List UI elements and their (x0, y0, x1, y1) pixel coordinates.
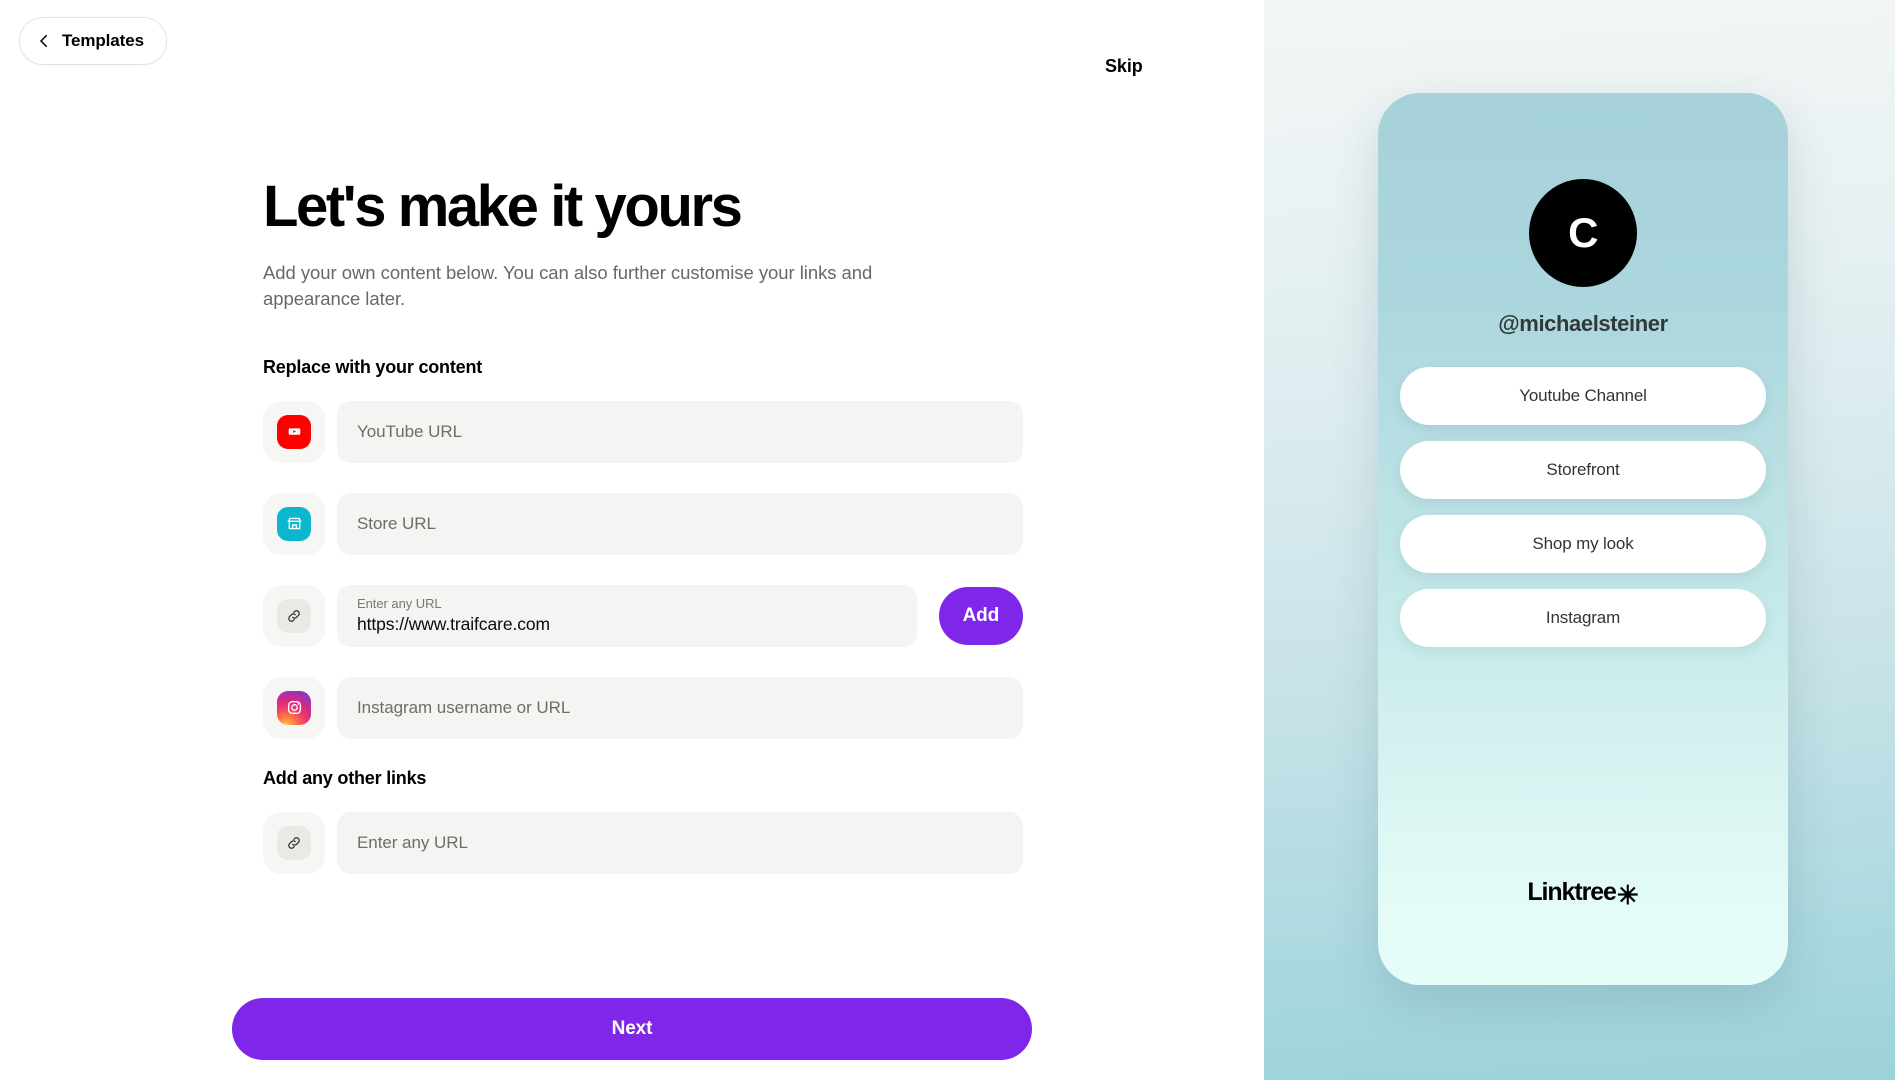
back-to-templates-label: Templates (62, 31, 144, 50)
prefilled-field-list: YouTube URL Store URL Enter any URL http… (263, 400, 1023, 740)
phone-preview-card: C @michaelsteiner Youtube Channel Storef… (1378, 93, 1788, 985)
next-button-container: Next (232, 998, 1032, 1060)
instagram-icon-tile (263, 676, 325, 739)
link-icon (277, 598, 311, 633)
other-url-input[interactable]: Enter any URL (337, 811, 1023, 874)
field-row-custom-url: Enter any URL https://www.traifcare.com … (263, 584, 1023, 648)
page-title: Let's make it yours (263, 174, 743, 239)
avatar: C (1529, 179, 1637, 287)
profile-handle: @michaelsteiner (1498, 311, 1668, 336)
chevron-left-icon (35, 32, 53, 50)
add-url-button[interactable]: Add (938, 586, 1023, 645)
field-row-instagram: Instagram username or URL (263, 676, 1023, 740)
onboarding-screen: Templates Skip Let's make it yours Add y… (0, 0, 1895, 1080)
youtube-icon (277, 414, 311, 449)
youtube-url-input[interactable]: YouTube URL (337, 400, 1023, 463)
other-link-icon-tile (263, 811, 325, 874)
link-icon (277, 825, 311, 860)
store-url-input[interactable]: Store URL (337, 492, 1023, 555)
link-icon-tile (263, 584, 325, 647)
list-item[interactable]: Instagram (1400, 589, 1766, 647)
linktree-logo-word: Linktree (1527, 878, 1617, 906)
instagram-icon (277, 690, 311, 725)
custom-url-value: https://www.traifcare.com (357, 613, 550, 634)
store-icon-tile (263, 492, 325, 555)
preview-link-list: Youtube Channel Storefront Shop my look … (1378, 367, 1788, 647)
custom-url-label: Enter any URL (357, 596, 442, 612)
store-icon (277, 506, 311, 541)
preview-panel: C @michaelsteiner Youtube Channel Storef… (1264, 0, 1895, 1080)
left-form-panel: Templates Skip Let's make it yours Add y… (0, 0, 1264, 1080)
list-item[interactable]: Storefront (1400, 441, 1766, 499)
section-other-links-label: Add any other links (263, 767, 427, 788)
form-content: Let's make it yours Add your own content… (263, 178, 1023, 903)
youtube-url-placeholder: YouTube URL (357, 421, 462, 441)
section-replace-label: Replace with your content (263, 356, 483, 377)
youtube-icon-tile (263, 400, 325, 463)
instagram-placeholder: Instagram username or URL (357, 697, 571, 717)
field-row-store: Store URL (263, 492, 1023, 556)
field-row-youtube: YouTube URL (263, 400, 1023, 464)
list-item[interactable]: Youtube Channel (1400, 367, 1766, 425)
linktree-logo: Linktree ✳ (1378, 878, 1788, 910)
next-button[interactable]: Next (232, 998, 1032, 1060)
instagram-input[interactable]: Instagram username or URL (337, 676, 1023, 739)
skip-button[interactable]: Skip (1105, 56, 1143, 77)
other-field-list: Enter any URL (263, 811, 1023, 875)
page-subtitle: Add your own content below. You can also… (263, 262, 873, 310)
other-url-placeholder: Enter any URL (357, 832, 468, 852)
field-row-other-url: Enter any URL (263, 811, 1023, 875)
store-url-placeholder: Store URL (357, 513, 436, 533)
back-to-templates-button[interactable]: Templates (19, 17, 167, 65)
asterisk-icon: ✳ (1616, 879, 1639, 910)
custom-url-input[interactable]: Enter any URL https://www.traifcare.com (337, 584, 917, 647)
list-item[interactable]: Shop my look (1400, 515, 1766, 573)
